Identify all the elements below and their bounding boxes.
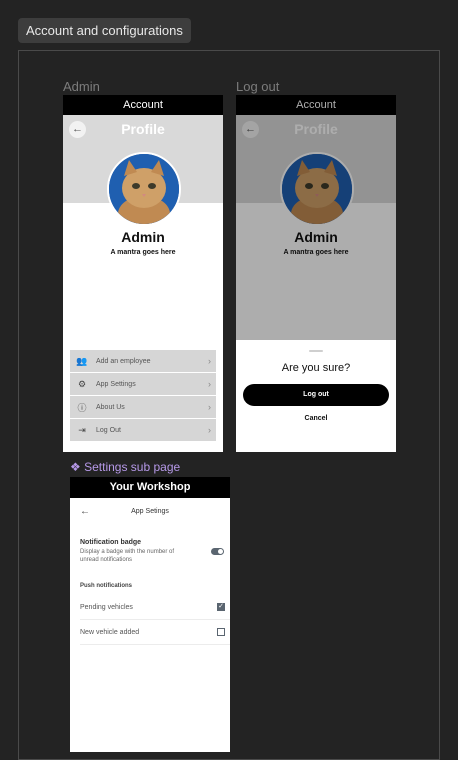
admin-frame-label: Admin [63, 79, 100, 94]
divider [80, 644, 230, 645]
profile-header: ← Profile [63, 115, 223, 226]
confirm-logout-button[interactable]: Log out [243, 384, 389, 406]
menu-item-add-employee[interactable]: 👥 Add an employee › [70, 350, 216, 372]
menu-item-label: Log Out [96, 426, 121, 434]
logout-frame-label: Log out [236, 79, 280, 94]
logout-icon: ⇥ [78, 424, 86, 435]
workshop-top-bar: Your Workshop [70, 477, 230, 498]
add-user-icon: 👥 [76, 355, 88, 366]
profile-title: Profile [121, 121, 165, 137]
notification-badge-setting: Notification badge Display a badge with … [70, 539, 230, 579]
notification-badge-toggle[interactable] [211, 548, 224, 555]
setting-title: Notification badge [80, 539, 142, 546]
sheet-handle[interactable] [309, 350, 323, 352]
push-item-label: Pending vehicles [80, 604, 133, 611]
cat-photo-icon [109, 154, 179, 224]
settings-nav-bar: ← App Setings [70, 498, 230, 526]
confirm-question: Are you sure? [281, 362, 351, 374]
profile-menu: 👥 Add an employee › ⚙ App Settings › ⓘ A… [70, 350, 216, 442]
info-icon: ⓘ [77, 402, 87, 413]
chevron-right-icon: › [208, 402, 211, 412]
menu-item-about-us[interactable]: ⓘ About Us › [70, 396, 216, 418]
app-settings-screen: Your Workshop ← App Setings Notification… [70, 477, 230, 752]
back-arrow-icon[interactable]: ← [80, 498, 90, 526]
modal-scrim[interactable] [236, 95, 396, 340]
menu-item-log-out[interactable]: ⇥ Log Out › [70, 419, 216, 441]
gear-icon: ⚙ [77, 378, 87, 389]
logout-bottom-sheet: Are you sure? Log out Cancel [236, 340, 396, 452]
profile-name: Admin [121, 229, 165, 245]
menu-item-app-settings[interactable]: ⚙ App Settings › [70, 373, 216, 395]
chevron-right-icon: › [208, 425, 211, 435]
profile-mantra: A mantra goes here [110, 249, 176, 256]
avatar[interactable] [107, 152, 181, 226]
menu-item-label: App Settings [96, 380, 136, 388]
account-top-bar: Account [63, 95, 223, 115]
section-title: Account and configurations [18, 18, 191, 43]
menu-item-label: About Us [96, 403, 125, 411]
new-vehicle-checkbox[interactable] [217, 628, 225, 636]
push-item-pending-vehicles[interactable]: Pending vehicles ✓ [70, 595, 230, 620]
chevron-right-icon: › [208, 356, 211, 366]
admin-profile-screen: Account ← Profile Admin A mantra goes he… [63, 95, 223, 452]
menu-item-label: Add an employee [96, 357, 151, 365]
settings-frame-label: ❖ Settings sub page [70, 460, 181, 474]
push-item-label: New vehicle added [80, 629, 140, 636]
pending-vehicles-checkbox[interactable]: ✓ [217, 603, 225, 611]
settings-nav-title: App Setings [131, 508, 169, 515]
push-section-title: Push notifications [80, 583, 133, 589]
chevron-right-icon: › [208, 379, 211, 389]
cancel-button[interactable]: Cancel [236, 415, 396, 422]
setting-description: Display a badge with the number of unrea… [80, 549, 175, 563]
push-item-new-vehicle[interactable]: New vehicle added [70, 620, 230, 645]
logout-confirm-screen: Account ← Profile Admin A mantra goes he… [236, 95, 396, 452]
